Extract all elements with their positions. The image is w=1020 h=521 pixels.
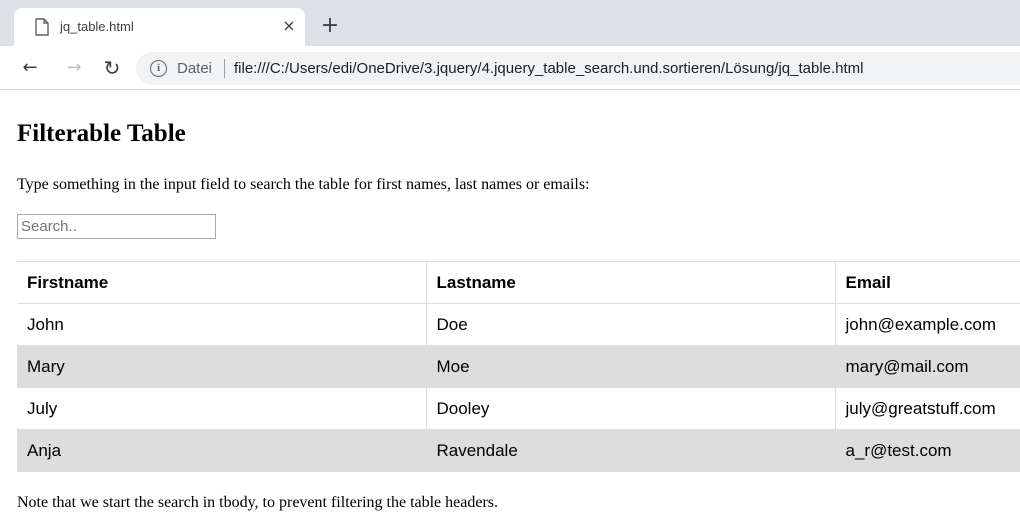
info-icon[interactable]: i: [150, 60, 167, 77]
cell-firstname: Anja: [17, 429, 427, 472]
header-firstname: Firstname: [17, 261, 427, 304]
address-bar[interactable]: i Datei file:///C:/Users/edi/OneDrive/3.…: [136, 52, 1020, 85]
header-email: Email: [835, 261, 1020, 304]
browser-toolbar: ← → ↻ i Datei file:///C:/Users/edi/OneDr…: [0, 46, 1020, 90]
tab-title: jq_table.html: [60, 19, 134, 34]
security-label[interactable]: Datei: [177, 60, 212, 77]
cell-firstname: July: [17, 387, 427, 430]
note-text: Note that we start the search in tbody, …: [17, 494, 499, 511]
cell-firstname: John: [17, 303, 427, 346]
table-row: Mary Moe mary@mail.com: [17, 345, 1020, 388]
cell-email: a_r@test.com: [835, 429, 1020, 472]
tab-jq-table[interactable]: jq_table.html ×: [14, 8, 305, 46]
table-row: July Dooley july@greatstuff.com: [17, 387, 1020, 430]
cell-email: july@greatstuff.com: [835, 387, 1020, 430]
table-row: Anja Ravendale a_r@test.com: [17, 429, 1020, 472]
cell-email: john@example.com: [835, 303, 1020, 346]
data-table: Firstname Lastname Email John Doe john@e…: [17, 261, 1020, 472]
reload-icon[interactable]: ↻: [100, 56, 124, 80]
table-header-row: Firstname Lastname Email: [17, 261, 1020, 304]
close-tab-icon[interactable]: ×: [278, 15, 300, 37]
page-title: Filterable Table: [17, 120, 186, 147]
cell-lastname: Moe: [426, 345, 836, 388]
new-tab-icon[interactable]: +: [318, 14, 342, 38]
omnibox-divider: [224, 59, 225, 78]
back-arrow-icon[interactable]: ←: [18, 56, 42, 80]
file-icon: [35, 18, 49, 36]
cell-lastname: Doe: [426, 303, 836, 346]
cell-lastname: Dooley: [426, 387, 836, 430]
cell-email: mary@mail.com: [835, 345, 1020, 388]
search-input[interactable]: [17, 214, 216, 239]
tab-strip: jq_table.html × +: [0, 0, 1020, 46]
forward-arrow-icon[interactable]: →: [62, 56, 86, 80]
table-row: John Doe john@example.com: [17, 303, 1020, 346]
cell-firstname: Mary: [17, 345, 427, 388]
header-lastname: Lastname: [426, 261, 836, 304]
cell-lastname: Ravendale: [426, 429, 836, 472]
url-text[interactable]: file:///C:/Users/edi/OneDrive/3.jquery/4…: [234, 60, 864, 77]
intro-text: Type something in the input field to sea…: [17, 176, 590, 193]
